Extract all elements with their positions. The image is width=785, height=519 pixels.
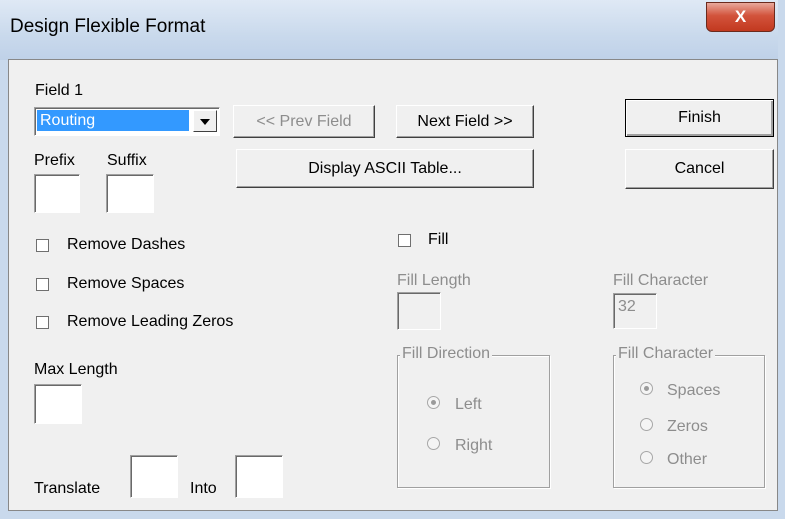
remove-dashes-checkbox[interactable] [36, 239, 49, 252]
into-label: Into [190, 480, 217, 497]
fill-direction-left-radio[interactable] [427, 396, 440, 409]
display-ascii-button[interactable]: Display ASCII Table... [236, 149, 534, 188]
field-select[interactable]: Routing [34, 107, 220, 136]
suffix-label: Suffix [107, 152, 147, 169]
max-length-label: Max Length [34, 361, 118, 378]
fill-direction-right-label: Right [455, 437, 493, 454]
fill-character-other-label: Other [667, 451, 708, 468]
fill-character-zeros-radio[interactable] [640, 418, 653, 431]
window-frame-bottom [0, 511, 785, 519]
fill-direction-group: Fill Direction [397, 345, 550, 488]
fill-direction-title: Fill Direction [400, 345, 493, 363]
window-frame-right [778, 0, 785, 519]
translate-input[interactable] [130, 455, 178, 498]
fill-direction-left-label: Left [455, 396, 482, 413]
fill-direction-right-radio[interactable] [427, 437, 440, 450]
fill-character-other-radio[interactable] [640, 451, 653, 464]
remove-dashes-label: Remove Dashes [67, 236, 186, 253]
field-label: Field 1 [35, 82, 84, 99]
fill-checkbox[interactable] [398, 234, 411, 247]
chevron-down-icon[interactable] [193, 110, 217, 132]
prev-field-button[interactable]: << Prev Field [233, 105, 375, 138]
max-length-input[interactable] [34, 384, 82, 424]
fill-character-input[interactable]: 32 [613, 293, 657, 329]
cancel-button[interactable]: Cancel [625, 149, 774, 189]
close-button[interactable]: X [706, 2, 775, 32]
suffix-input[interactable] [106, 174, 154, 213]
window-title: Design Flexible Format [10, 16, 206, 37]
fill-label: Fill [428, 231, 449, 248]
remove-leading-zeros-label: Remove Leading Zeros [67, 313, 234, 330]
remove-spaces-checkbox[interactable] [36, 278, 49, 291]
fill-character-zeros-label: Zeros [667, 418, 708, 435]
remove-leading-zeros-checkbox[interactable] [36, 316, 49, 329]
prefix-input[interactable] [34, 174, 80, 213]
fill-character-group-title: Fill Character [616, 345, 716, 363]
field-select-value: Routing [37, 110, 189, 131]
fill-character-spaces-label: Spaces [667, 382, 721, 399]
fill-length-input[interactable] [397, 292, 441, 330]
next-field-button[interactable]: Next Field >> [396, 105, 534, 138]
translate-label: Translate [34, 480, 101, 497]
fill-length-label: Fill Length [397, 272, 471, 289]
window-frame-left [0, 60, 8, 519]
fill-character-label: Fill Character [613, 272, 709, 289]
fill-character-spaces-radio[interactable] [640, 382, 653, 395]
finish-button[interactable]: Finish [625, 99, 774, 137]
remove-spaces-label: Remove Spaces [67, 275, 185, 292]
title-bar: Design Flexible Format [0, 0, 785, 60]
into-input[interactable] [235, 455, 283, 498]
prefix-label: Prefix [34, 152, 75, 169]
fill-character-value: 32 [618, 298, 636, 315]
